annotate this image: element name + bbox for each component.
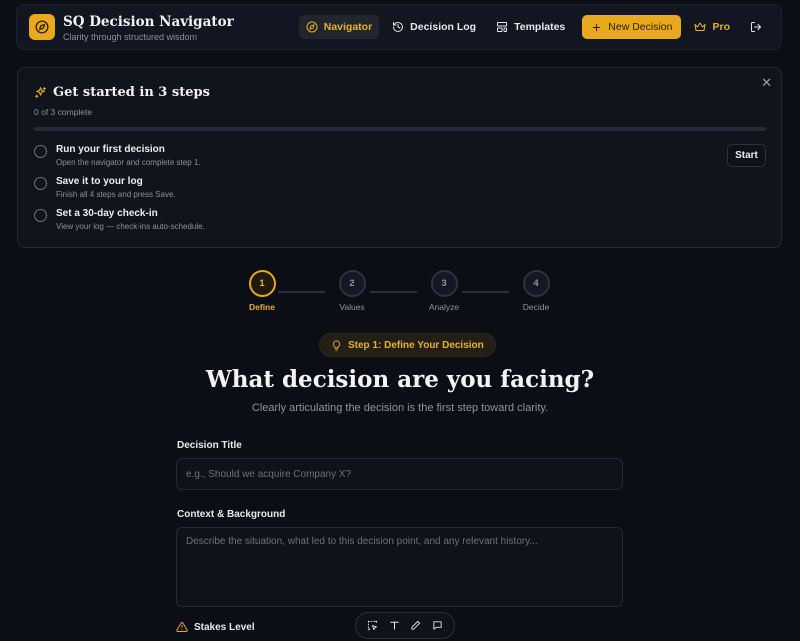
app-title: SQ Decision Navigator xyxy=(63,14,234,30)
step-number: 2 xyxy=(338,270,366,297)
nav-templates-label: Templates xyxy=(514,21,566,33)
checkbox-circle[interactable] xyxy=(34,209,47,222)
main-nav: Navigator Decision Log Templates New Dec… xyxy=(298,15,769,39)
checklist-item-title: Run your first decision xyxy=(56,144,165,155)
step-analyze[interactable]: 3 Analyze xyxy=(414,270,474,312)
floating-toolbar xyxy=(355,612,455,639)
decision-title-label: Decision Title xyxy=(177,440,242,451)
checkbox-circle[interactable] xyxy=(34,177,47,190)
context-label: Context & Background xyxy=(177,509,286,520)
logout-icon xyxy=(751,22,761,32)
onboarding-title-text: Get started in 3 steps xyxy=(53,85,210,100)
comment-icon[interactable] xyxy=(428,617,446,635)
checklist-item-title: Set a 30-day check-in xyxy=(56,208,158,219)
compass-icon xyxy=(35,20,49,34)
logout-button[interactable] xyxy=(743,15,769,39)
step-badge: Step 1: Define Your Decision xyxy=(319,333,496,357)
start-button[interactable]: Start xyxy=(727,144,766,167)
history-icon xyxy=(393,22,404,32)
sparkles-icon xyxy=(35,87,46,98)
step-label: Values xyxy=(339,302,365,312)
onboarding-progress-text: 0 of 3 complete xyxy=(34,107,93,117)
step-label: Decide xyxy=(522,302,550,312)
step-decide[interactable]: 4 Decide xyxy=(506,270,566,312)
nav-templates[interactable]: Templates xyxy=(489,15,572,39)
decision-title-input[interactable] xyxy=(176,458,623,490)
lightbulb-icon xyxy=(332,339,341,351)
layout-template-icon xyxy=(497,22,508,32)
app-header: SQ Decision Navigator Clarity through st… xyxy=(16,4,782,50)
step-number: 1 xyxy=(248,270,276,297)
warning-icon xyxy=(176,621,188,632)
checklist-item-title: Save it to your log xyxy=(56,176,143,187)
nav-decision-log[interactable]: Decision Log xyxy=(385,15,483,39)
checklist-item-subtitle: Open the navigator and complete step 1. xyxy=(56,158,201,167)
onboarding-title: Get started in 3 steps xyxy=(34,85,210,100)
text-icon[interactable] xyxy=(385,617,403,635)
pro-button[interactable]: Pro xyxy=(687,15,737,39)
checklist-item-subtitle: Finish all 4 steps and press Save. xyxy=(56,190,176,199)
onboarding-progress-bar xyxy=(34,127,766,131)
crown-icon xyxy=(694,22,706,31)
step-label: Analyze xyxy=(428,302,460,312)
pen-icon[interactable] xyxy=(407,617,425,635)
pro-label: Pro xyxy=(712,21,730,33)
checklist-item-subtitle: View your log — check-ins auto-schedule. xyxy=(56,222,205,231)
nav-navigator[interactable]: Navigator xyxy=(298,15,380,39)
plus-icon xyxy=(593,23,601,31)
page-subtitle: Clearly articulating the decision is the… xyxy=(251,402,549,414)
page-title: What decision are you facing? xyxy=(205,366,595,393)
context-textarea[interactable] xyxy=(176,527,623,607)
stakes-level-label: Stakes Level xyxy=(176,621,255,633)
app-subtitle: Clarity through structured wisdom xyxy=(63,32,198,42)
stakes-level-text: Stakes Level xyxy=(194,621,255,633)
new-decision-button[interactable]: New Decision xyxy=(582,15,682,39)
step-label: Define xyxy=(249,302,275,312)
nav-navigator-label: Navigator xyxy=(323,21,373,33)
app-logo[interactable] xyxy=(29,14,55,40)
step-values[interactable]: 2 Values xyxy=(322,270,382,312)
nav-decision-log-label: Decision Log xyxy=(410,21,477,33)
checkbox-circle[interactable] xyxy=(34,145,47,158)
step-define[interactable]: 1 Define xyxy=(232,270,292,312)
step-number: 4 xyxy=(522,270,550,297)
close-icon[interactable]: ✕ xyxy=(761,75,772,91)
step-number: 3 xyxy=(430,270,458,297)
new-decision-label: New Decision xyxy=(608,21,673,33)
step-badge-text: Step 1: Define Your Decision xyxy=(348,339,484,351)
onboarding-card: ✕ Get started in 3 steps 0 of 3 complete… xyxy=(17,67,782,248)
select-icon[interactable] xyxy=(364,617,382,635)
compass-icon xyxy=(306,21,318,33)
